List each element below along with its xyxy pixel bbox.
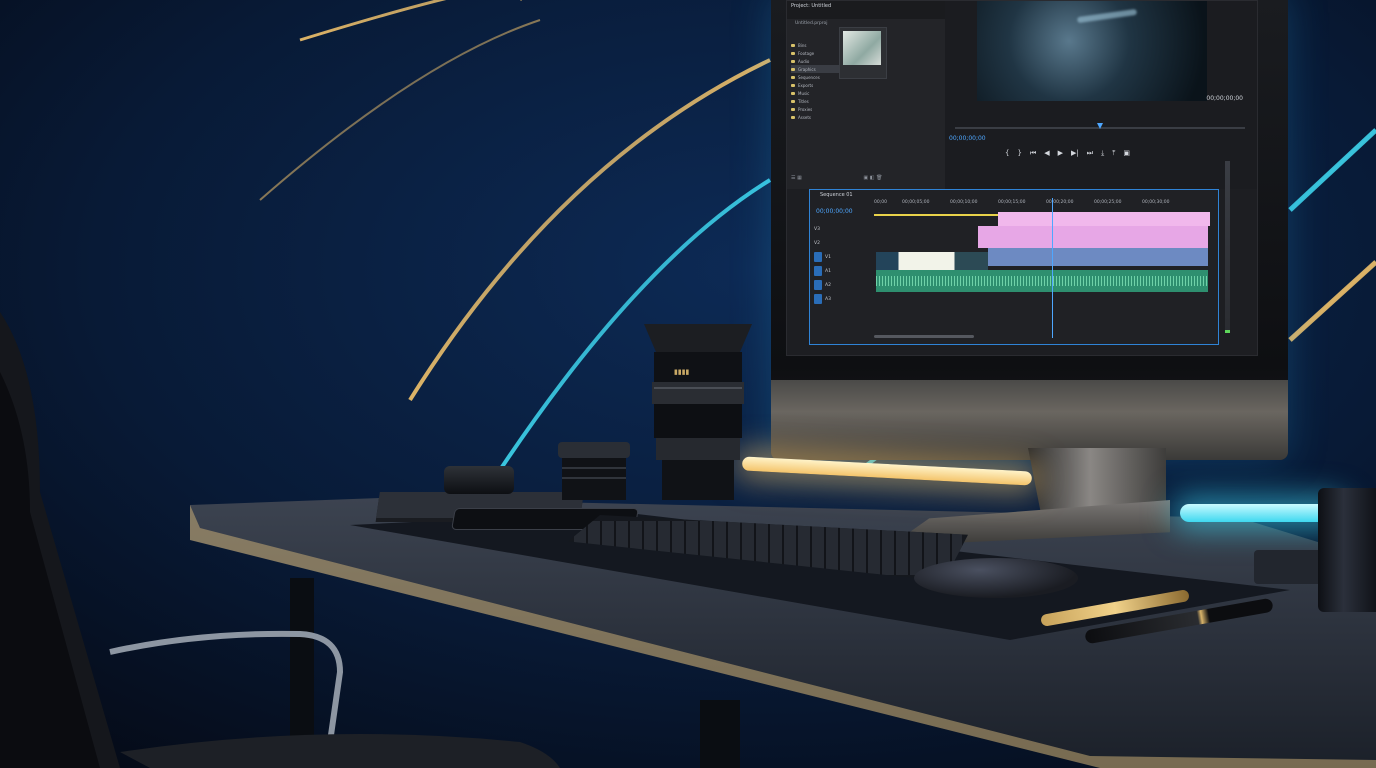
ruler-tick: 00;00;20;00 bbox=[1046, 200, 1074, 205]
graphics-clip[interactable] bbox=[998, 212, 1210, 226]
track-header[interactable]: V1 bbox=[814, 250, 872, 264]
program-monitor: 00;00;00;00 00;00;00;00 { } ⏮ ◀ ▶ ▶| ⏭ ⤓… bbox=[945, 1, 1257, 189]
audio-meter bbox=[1225, 161, 1241, 341]
trash-icon[interactable]: 🗑 bbox=[876, 175, 882, 181]
ruler-tick: 00;00;25;00 bbox=[1094, 200, 1122, 205]
bin-item-selected[interactable]: Graphics bbox=[791, 65, 839, 73]
program-duration: 00;00;00;00 bbox=[1206, 95, 1243, 102]
bin-item[interactable]: Sequences bbox=[791, 73, 839, 81]
new-bin-icon[interactable]: ▣ bbox=[863, 175, 868, 181]
timeline-scrollbar[interactable] bbox=[874, 335, 974, 338]
bin-item[interactable]: Footage bbox=[791, 49, 839, 57]
camera-lens-small bbox=[558, 442, 630, 500]
camera-lens-large: ▮▮▮▮ bbox=[644, 324, 752, 500]
video-clip[interactable] bbox=[988, 248, 1208, 266]
bin-item[interactable]: Assets bbox=[791, 113, 839, 121]
sequence-tab[interactable]: Sequence 01 bbox=[820, 192, 853, 198]
media-thumbnail[interactable] bbox=[839, 27, 887, 79]
bin-item[interactable]: Exports bbox=[791, 81, 839, 89]
list-view-icon[interactable]: ☰ bbox=[791, 175, 795, 181]
project-panel-title[interactable]: Project: Untitled bbox=[787, 1, 945, 19]
play-icon[interactable]: ▶ bbox=[1058, 149, 1063, 158]
project-panel: Project: Untitled Untitled.prproj Bins F… bbox=[787, 1, 946, 189]
ruler-tick: 00;00;10;00 bbox=[950, 200, 978, 205]
insert-icon[interactable]: ⤓ bbox=[1101, 149, 1104, 158]
bin-item[interactable]: Music bbox=[791, 89, 839, 97]
bin-item[interactable]: Audio bbox=[791, 57, 839, 65]
program-playhead[interactable] bbox=[1097, 123, 1103, 129]
program-timecode[interactable]: 00;00;00;00 bbox=[949, 135, 986, 142]
svg-text:▮▮▮▮: ▮▮▮▮ bbox=[674, 368, 690, 376]
track-headers: V3 V2 V1 A1 A2 A3 bbox=[814, 222, 872, 334]
bin-item[interactable]: Proxies bbox=[791, 105, 839, 113]
transport-controls: { } ⏮ ◀ ▶ ▶| ⏭ ⤓ ⤒ ▣ bbox=[1005, 149, 1130, 158]
office-chair bbox=[0, 312, 560, 768]
go-to-in-icon[interactable]: ⏮ bbox=[1030, 149, 1036, 158]
audio-level bbox=[1225, 330, 1230, 333]
go-to-out-icon[interactable]: ⏭ bbox=[1087, 149, 1093, 158]
video-editor-screen: Project: Untitled Untitled.prproj Bins F… bbox=[786, 0, 1258, 356]
bin-item[interactable]: Titles bbox=[791, 97, 839, 105]
editing-desk-scene: Project: Untitled Untitled.prproj Bins F… bbox=[0, 0, 1376, 768]
timeline-timecode[interactable]: 00;00;00;00 bbox=[816, 208, 853, 215]
mark-in-icon[interactable]: { bbox=[1005, 149, 1009, 158]
track-header[interactable]: V2 bbox=[814, 236, 872, 250]
timeline-playhead[interactable] bbox=[1052, 198, 1053, 338]
coaster bbox=[1254, 550, 1324, 584]
track-header[interactable]: A2 bbox=[814, 278, 872, 292]
ruler-tick: 00;00;05;00 bbox=[902, 200, 930, 205]
timeline-panel: Sequence 01 00;00;00;00 00;00 00;00;05;0… bbox=[809, 189, 1219, 345]
program-video-frame[interactable] bbox=[977, 1, 1207, 101]
track-header[interactable]: A3 bbox=[814, 292, 872, 306]
lens-cap bbox=[444, 466, 514, 494]
ruler-tick: 00;00;30;00 bbox=[1142, 200, 1170, 205]
video-clip-thumbnail[interactable] bbox=[876, 252, 988, 270]
overwrite-icon[interactable]: ⤒ bbox=[1112, 149, 1115, 158]
export-frame-icon[interactable]: ▣ bbox=[1123, 149, 1130, 158]
track-header[interactable]: V3 bbox=[814, 222, 872, 236]
icon-view-icon[interactable]: ▦ bbox=[797, 175, 802, 181]
new-item-icon[interactable]: ◧ bbox=[870, 175, 875, 181]
audio-clip[interactable] bbox=[876, 270, 1208, 292]
cyan-light-bar bbox=[1180, 504, 1340, 522]
track-header[interactable]: A1 bbox=[814, 264, 872, 278]
project-footer-icons: ☰ ▦ ▣ ◧ 🗑 bbox=[791, 175, 941, 183]
bin-item[interactable]: Bins bbox=[791, 41, 839, 49]
title-clip[interactable] bbox=[978, 226, 1208, 248]
step-back-icon[interactable]: ◀ bbox=[1044, 149, 1049, 158]
project-bin-list: Bins Footage Audio Graphics Sequences Ex… bbox=[791, 41, 839, 121]
mark-out-icon[interactable]: } bbox=[1017, 149, 1021, 158]
mug bbox=[1318, 488, 1376, 612]
mouse bbox=[914, 558, 1078, 598]
ruler-tick: 00;00 bbox=[874, 200, 887, 205]
ruler-tick: 00;00;15;00 bbox=[998, 200, 1026, 205]
step-forward-icon[interactable]: ▶| bbox=[1071, 149, 1079, 158]
